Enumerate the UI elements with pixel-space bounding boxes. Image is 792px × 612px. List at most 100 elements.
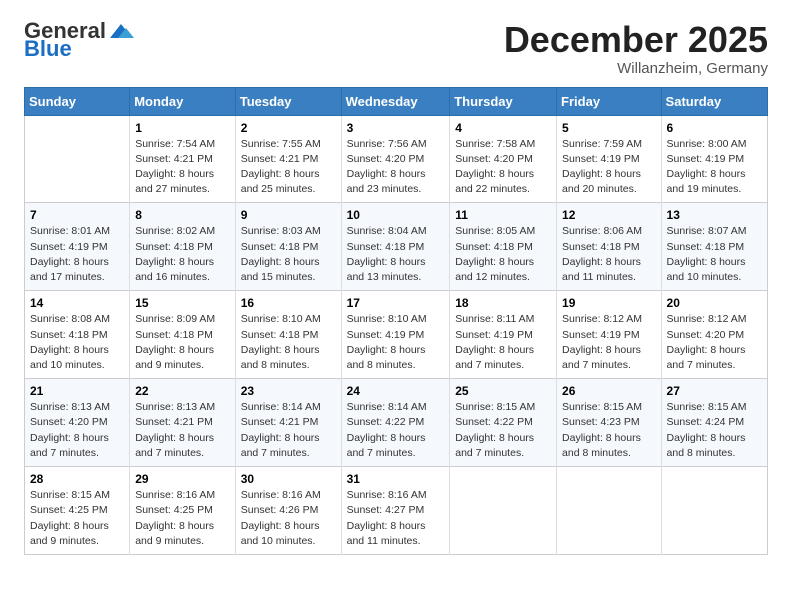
calendar-cell: 16Sunrise: 8:10 AMSunset: 4:18 PMDayligh… (235, 291, 341, 379)
sunset-text: Sunset: 4:19 PM (562, 329, 640, 341)
calendar-cell: 20Sunrise: 8:12 AMSunset: 4:20 PMDayligh… (661, 291, 767, 379)
sunset-text: Sunset: 4:19 PM (455, 329, 533, 341)
sunset-text: Sunset: 4:18 PM (241, 329, 319, 341)
day-info: Sunrise: 8:14 AM Sunset: 4:22 PM Daylight:… (347, 400, 446, 461)
sunrise-text: Sunrise: 8:15 AM (455, 401, 535, 413)
sunset-text: Sunset: 4:27 PM (347, 504, 425, 516)
sunset-text: Sunset: 4:18 PM (455, 241, 533, 253)
daylight-text: Daylight: 8 hours and 19 minutes. (667, 168, 746, 195)
sunrise-text: Sunrise: 8:04 AM (347, 225, 427, 237)
day-number: 13 (667, 208, 763, 222)
daylight-text: Daylight: 8 hours and 8 minutes. (562, 432, 641, 459)
week-row-2: 7Sunrise: 8:01 AMSunset: 4:19 PMDaylight… (25, 203, 768, 291)
daylight-text: Daylight: 8 hours and 7 minutes. (562, 344, 641, 371)
sunrise-text: Sunrise: 8:11 AM (455, 313, 534, 325)
day-number: 27 (667, 384, 763, 398)
weekday-header-wednesday: Wednesday (341, 87, 450, 115)
sunset-text: Sunset: 4:19 PM (347, 329, 425, 341)
header: General Blue December 2025 Willanzheim, … (24, 20, 768, 77)
daylight-text: Daylight: 8 hours and 8 minutes. (347, 344, 426, 371)
daylight-text: Daylight: 8 hours and 10 minutes. (241, 520, 320, 547)
sunrise-text: Sunrise: 8:13 AM (30, 401, 110, 413)
day-info: Sunrise: 8:14 AMSunset: 4:21 PMDaylight:… (241, 400, 337, 461)
weekday-header-row: SundayMondayTuesdayWednesdayThursdayFrid… (25, 87, 768, 115)
daylight-text: Daylight: 8 hours and 7 minutes. (135, 432, 214, 459)
calendar-cell: 9Sunrise: 8:03 AMSunset: 4:18 PMDaylight… (235, 203, 341, 291)
day-info: Sunrise: 8:15 AMSunset: 4:23 PMDaylight:… (562, 400, 657, 461)
daylight-text: Daylight: 8 hours and 7 minutes. (347, 432, 426, 459)
daylight-text: Daylight: 8 hours and 13 minutes. (347, 256, 426, 283)
daylight-text: Daylight: 8 hours and 23 minutes. (347, 168, 426, 195)
day-info: Sunrise: 8:04 AM Sunset: 4:18 PM Daylight:… (347, 224, 446, 285)
sunrise-text: Sunrise: 8:15 AM (667, 401, 747, 413)
sunrise-text: Sunrise: 8:16 AM (241, 489, 321, 501)
weekday-header-monday: Monday (130, 87, 236, 115)
daylight-text: Daylight: 8 hours and 10 minutes. (667, 256, 746, 283)
sunrise-text: Sunrise: 8:05 AM (455, 225, 535, 237)
calendar-cell: 31Sunrise: 8:16 AMSunset: 4:27 PMDayligh… (341, 467, 450, 555)
day-info: Sunrise: 8:03 AMSunset: 4:18 PMDaylight:… (241, 224, 337, 285)
day-info: Sunrise: 8:10 AMSunset: 4:19 PMDaylight:… (347, 312, 446, 373)
sunset-text: Sunset: 4:20 PM (347, 153, 425, 165)
sunrise-text: Sunrise: 8:02 AM (135, 225, 215, 237)
sunrise-text: Sunrise: 8:13 AM (135, 401, 215, 413)
weekday-header-saturday: Saturday (661, 87, 767, 115)
day-info: Sunrise: 7:55 AMSunset: 4:21 PMDaylight:… (241, 137, 337, 198)
sunset-text: Sunset: 4:18 PM (347, 241, 425, 253)
day-info: Sunrise: 8:16 AMSunset: 4:27 PMDaylight:… (347, 488, 446, 549)
day-info: Sunrise: 8:16 AMSunset: 4:26 PMDaylight:… (241, 488, 337, 549)
day-number: 31 (347, 472, 446, 486)
calendar-cell: 19Sunrise: 8:12 AMSunset: 4:19 PMDayligh… (557, 291, 662, 379)
calendar-cell (25, 115, 130, 203)
day-info: Sunrise: 8:13 AMSunset: 4:20 PMDaylight:… (30, 400, 125, 461)
sunset-text: Sunset: 4:25 PM (135, 504, 213, 516)
weekday-header-tuesday: Tuesday (235, 87, 341, 115)
sunrise-text: Sunrise: 8:00 AM (667, 138, 747, 150)
weekday-header-friday: Friday (557, 87, 662, 115)
day-info: Sunrise: 8:07 AMSunset: 4:18 PMDaylight:… (667, 224, 763, 285)
sunset-text: Sunset: 4:21 PM (241, 416, 319, 428)
day-info: Sunrise: 8:05 AMSunset: 4:18 PMDaylight:… (455, 224, 552, 285)
daylight-text: Daylight: 8 hours and 22 minutes. (455, 168, 534, 195)
day-info: Sunrise: 8:06 AMSunset: 4:18 PMDaylight:… (562, 224, 657, 285)
sunrise-text: Sunrise: 7:58 AM (455, 138, 535, 150)
sunset-text: Sunset: 4:18 PM (135, 329, 213, 341)
sunrise-text: Sunrise: 8:03 AM (241, 225, 321, 237)
sunrise-text: Sunrise: 8:15 AM (30, 489, 110, 501)
sunset-text: Sunset: 4:23 PM (562, 416, 640, 428)
week-row-5: 28Sunrise: 8:15 AMSunset: 4:25 PMDayligh… (25, 467, 768, 555)
day-number: 19 (562, 296, 657, 310)
day-info: Sunrise: 8:13 AMSunset: 4:21 PMDaylight:… (135, 400, 231, 461)
sunrise-text: Sunrise: 8:16 AM (347, 489, 427, 501)
weekday-header-thursday: Thursday (450, 87, 557, 115)
calendar-cell: 27Sunrise: 8:15 AMSunset: 4:24 PMDayligh… (661, 379, 767, 467)
sunrise-text: Sunrise: 8:14 AM (347, 401, 427, 413)
sunrise-text: Sunrise: 8:10 AM (241, 313, 321, 325)
day-info: Sunrise: 8:08 AMSunset: 4:18 PMDaylight:… (30, 312, 125, 373)
day-number: 18 (455, 296, 552, 310)
day-number: 9 (241, 208, 337, 222)
sunrise-text: Sunrise: 8:16 AM (135, 489, 215, 501)
daylight-text: Daylight: 8 hours and 7 minutes. (30, 432, 109, 459)
sunset-text: Sunset: 4:21 PM (135, 153, 213, 165)
day-number: 28 (30, 472, 125, 486)
calendar-cell: 25Sunrise: 8:15 AMSunset: 4:22 PMDayligh… (450, 379, 557, 467)
week-row-1: 1Sunrise: 7:54 AMSunset: 4:21 PMDaylight… (25, 115, 768, 203)
sunrise-text: Sunrise: 8:09 AM (135, 313, 215, 325)
day-info: Sunrise: 8:01 AMSunset: 4:19 PMDaylight:… (30, 224, 125, 285)
sunset-text: Sunset: 4:22 PM (347, 416, 425, 428)
calendar-cell: 14 Sunrise: 8:08 AMSunset: 4:18 PMDayligh… (25, 291, 130, 379)
day-info: Sunrise: 8:15 AMSunset: 4:25 PMDaylight:… (30, 488, 125, 549)
sunrise-text: Sunrise: 8:14 AM (241, 401, 321, 413)
daylight-text: Daylight: 8 hours and 27 minutes. (135, 168, 214, 195)
day-number: 22 (135, 384, 231, 398)
sunset-text: Sunset: 4:18 PM (241, 241, 319, 253)
day-number: 12 (562, 208, 657, 222)
daylight-text: Daylight: 8 hours and 8 minutes. (241, 344, 320, 371)
sunset-text: Sunset: 4:19 PM (667, 153, 745, 165)
day-number: 23 (241, 384, 337, 398)
sunrise-text: Sunrise: 8:06 AM (562, 225, 642, 237)
day-number: 14 (30, 296, 125, 310)
daylight-text: Daylight: 8 hours and 20 minutes. (562, 168, 641, 195)
calendar-cell: 3Sunrise: 7:56 AMSunset: 4:20 PMDaylight… (341, 115, 450, 203)
